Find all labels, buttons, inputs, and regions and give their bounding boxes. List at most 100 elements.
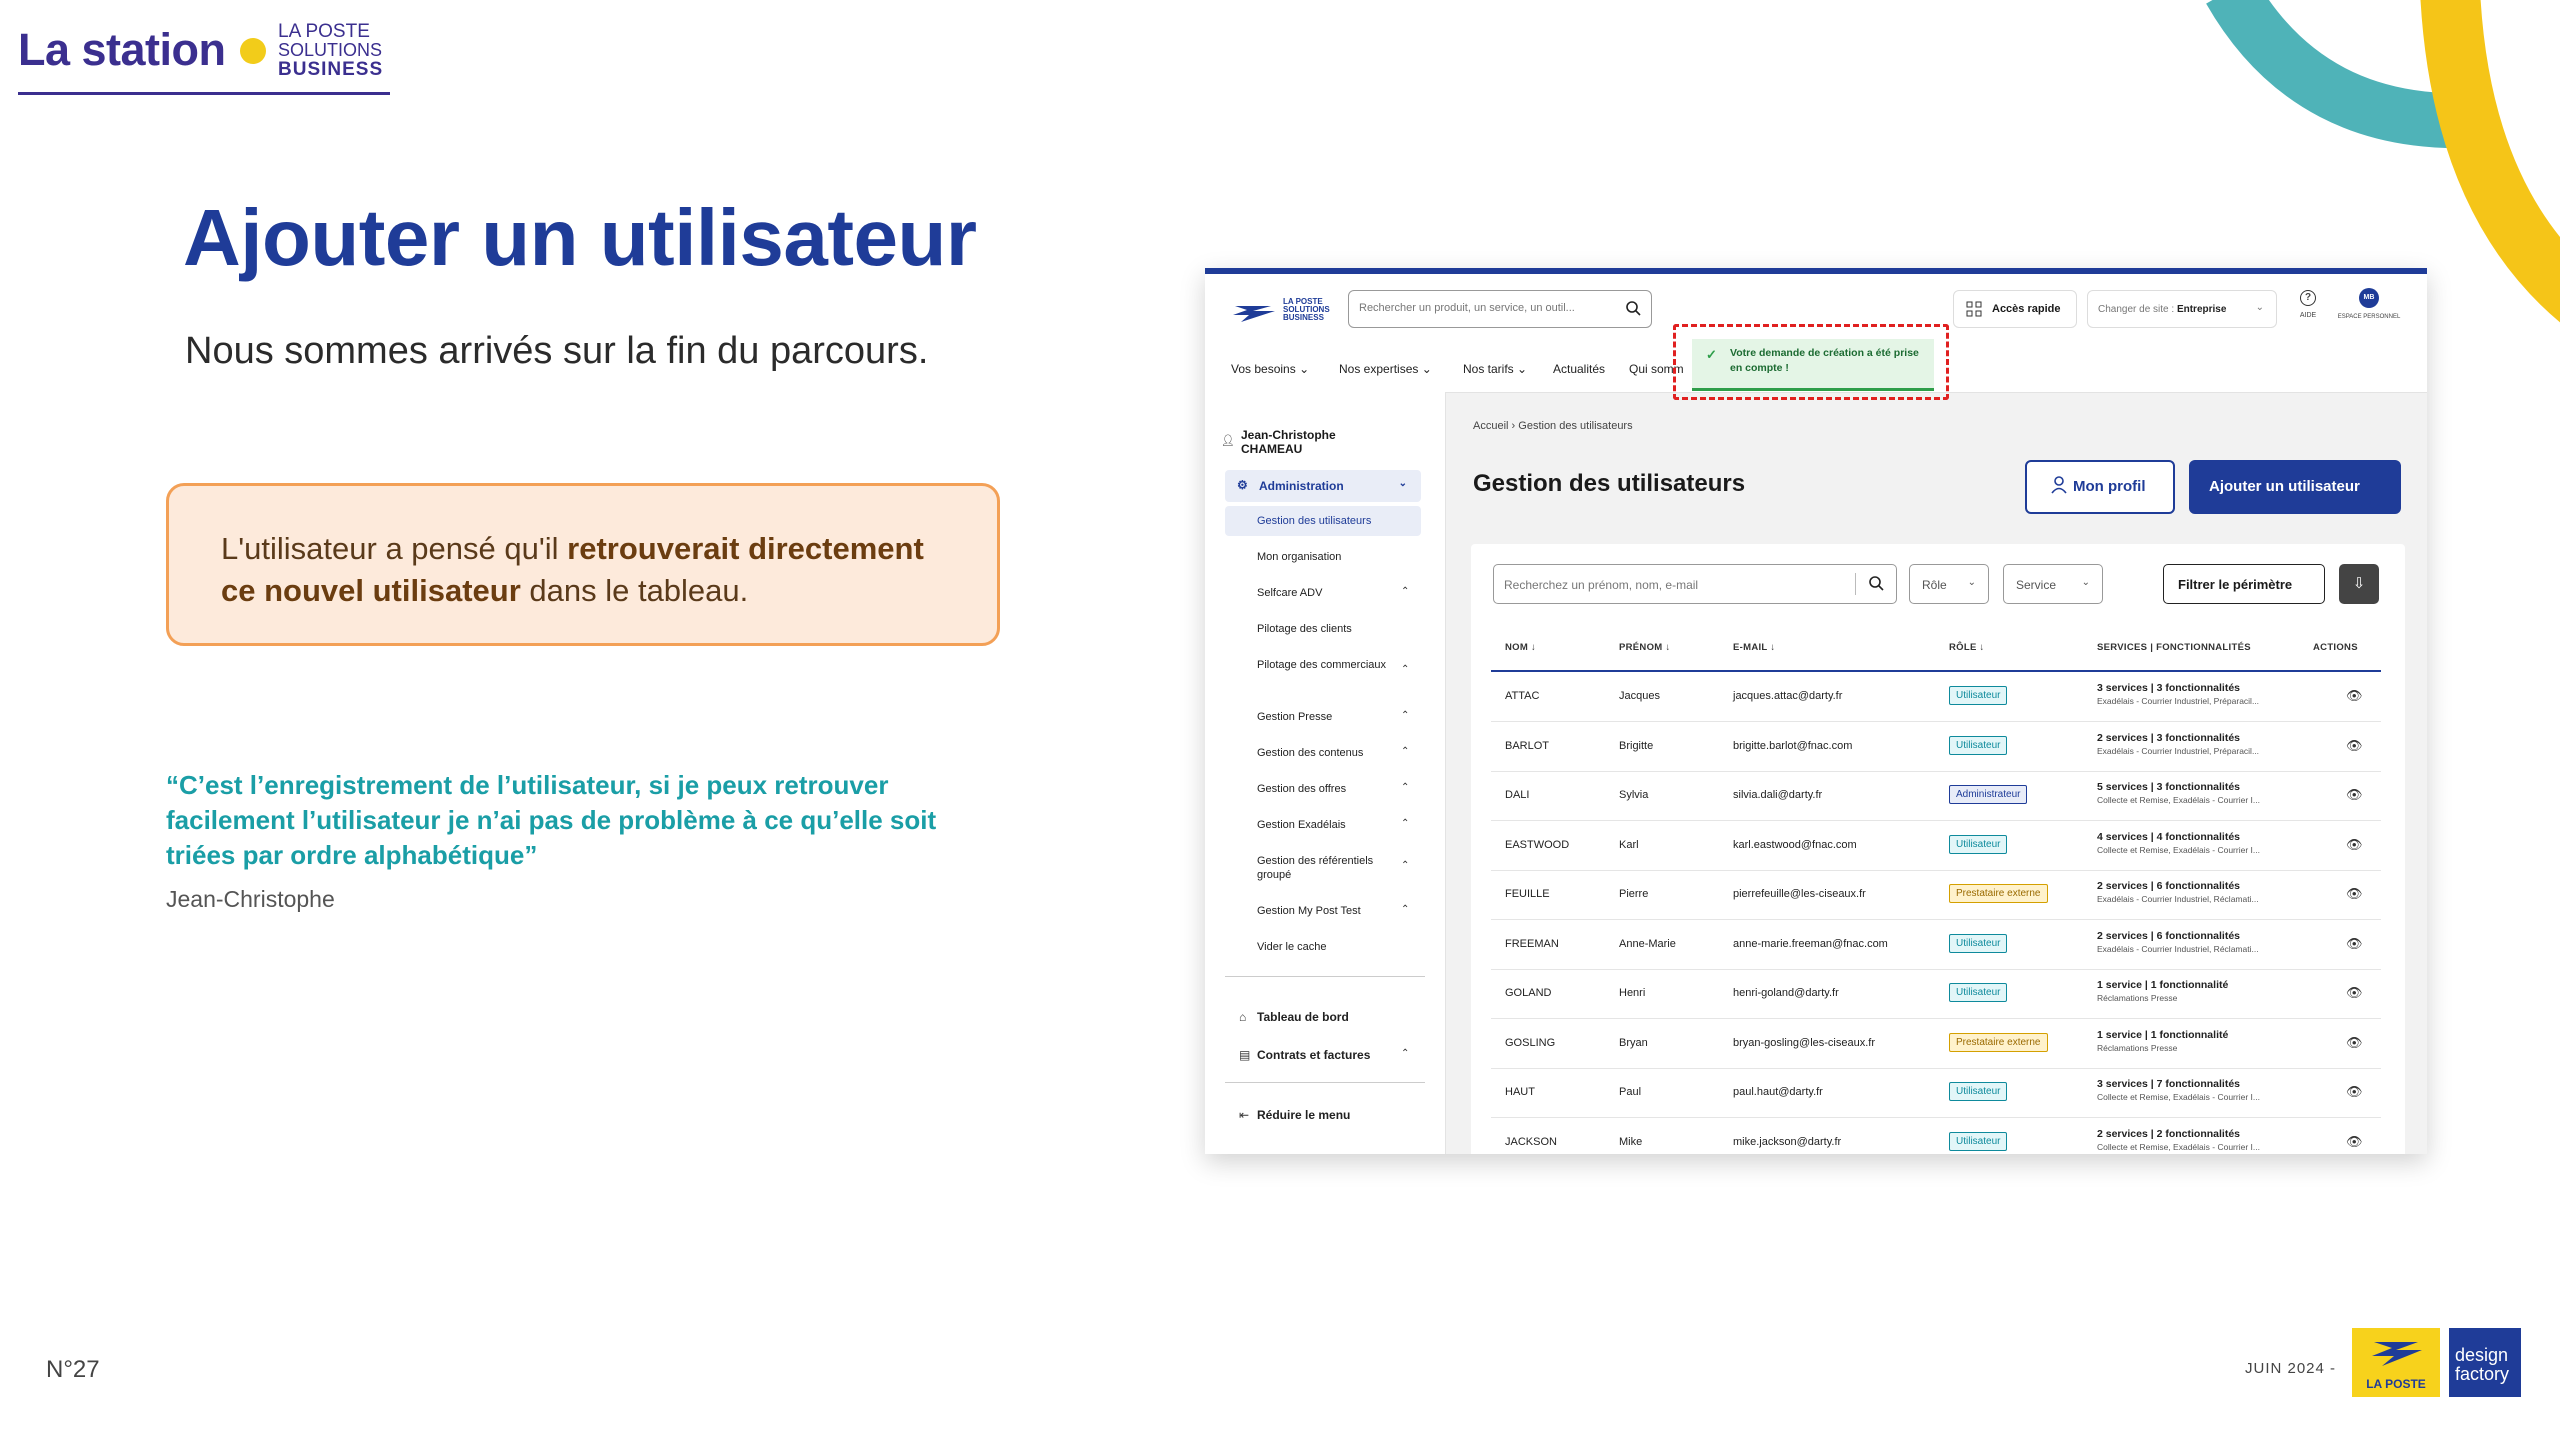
add-user-button[interactable]: Ajouter un utilisateur xyxy=(2189,460,2401,514)
chevron-down-icon: ⌄ xyxy=(1967,577,1976,588)
user-icon: 👤︎ xyxy=(1221,435,1235,447)
services-count: 3 services | 3 fonctionnalités xyxy=(2097,682,2240,694)
filter-scope-button[interactable]: Filtrer le périmètre xyxy=(2163,564,2325,604)
cell-nom: ATTAC xyxy=(1505,690,1540,702)
table-row[interactable]: FEUILLE Pierre pierrefeuille@les-ciseaux.f… xyxy=(1491,870,2381,920)
sidebar-item-administration[interactable]: ⚙ Administration ⌄ xyxy=(1225,470,1421,502)
collapse-menu-button[interactable]: Réduire le menu xyxy=(1257,1108,1350,1122)
export-icon[interactable]: ⇩ xyxy=(2339,564,2379,604)
table-row[interactable]: FREEMAN Anne-Marie anne-marie.freeman@fnac… xyxy=(1491,920,2381,970)
settings-icon: ⚙ xyxy=(1237,478,1248,492)
sidebar-item-gestion-my-post-test[interactable]: Gestion My Post Test xyxy=(1257,904,1397,918)
sidebar-item-vider-cache[interactable]: Vider le cache xyxy=(1257,940,1397,954)
sidebar-item-mon-organisation[interactable]: Mon organisation xyxy=(1257,550,1397,564)
cell-email: brigitte.barlot@fnac.com xyxy=(1733,739,1853,752)
chevron-up-icon[interactable]: ⌃ xyxy=(1401,586,1409,597)
column-header-email[interactable]: E-MAIL ↓ xyxy=(1733,642,1775,653)
sidebar-item-gestion-presse[interactable]: Gestion Presse xyxy=(1257,710,1397,724)
sidebar-item-pilotage-commerciaux[interactable]: Pilotage des commerciaux xyxy=(1257,658,1397,672)
brand-subtitle: LA POSTE SOLUTIONS BUSINESS xyxy=(278,22,383,79)
sidebar-item-selfcare-adv[interactable]: Selfcare ADV xyxy=(1257,586,1397,600)
sort-arrow-icon: ↓ xyxy=(1979,642,1985,653)
site-selector[interactable]: Changer de site : Entreprise ⌄ xyxy=(2087,290,2277,328)
quick-access-button[interactable]: Accès rapide xyxy=(1953,290,2077,328)
view-eye-icon[interactable]: 👁︎ xyxy=(2346,936,2363,952)
toast-message: Votre demande de création a été prise en… xyxy=(1730,347,1919,374)
chevron-up-icon[interactable]: ⌃ xyxy=(1401,710,1409,721)
view-eye-icon[interactable]: 👁︎ xyxy=(2346,886,2363,902)
sidebar-item-gestion-offres[interactable]: Gestion des offres xyxy=(1257,782,1397,796)
global-search-input[interactable]: Rechercher un produit, un service, un ou… xyxy=(1348,290,1652,328)
column-header-nom[interactable]: NOM ↓ xyxy=(1505,642,1536,653)
sidebar-item-gestion-referentiels[interactable]: Gestion des référentiels groupé xyxy=(1257,854,1397,882)
view-eye-icon[interactable]: 👁︎ xyxy=(2346,787,2363,803)
sidebar-item-tableau-de-bord[interactable]: Tableau de bord xyxy=(1257,1010,1349,1024)
nav-label: Vos besoins xyxy=(1231,362,1296,376)
sidebar-item-pilotage-clients[interactable]: Pilotage des clients xyxy=(1257,622,1397,636)
chevron-up-icon[interactable]: ⌃ xyxy=(1401,746,1409,757)
cell-nom: FEUILLE xyxy=(1505,888,1550,900)
my-profile-button[interactable]: Mon profil xyxy=(2025,460,2175,514)
view-eye-icon[interactable]: 👁︎ xyxy=(2346,1134,2363,1150)
cell-email: bryan-gosling@les-ciseaux.fr xyxy=(1733,1036,1876,1049)
cell-services: 3 services | 7 fonctionnalités Collecte e… xyxy=(2097,1078,2293,1102)
nav-item-expertises[interactable]: Nos expertises ⌄ xyxy=(1339,362,1432,376)
table-row[interactable]: HAUT Paul paul.haut@darty.fr Utilisateur 3 s… xyxy=(1491,1068,2381,1118)
table-row[interactable]: BARLOT Brigitte brigitte.barlot@fnac.com Ut… xyxy=(1491,722,2381,772)
table-row[interactable]: EASTWOOD Karl karl.eastwood@fnac.com Utilis… xyxy=(1491,821,2381,871)
search-icon[interactable] xyxy=(1868,575,1884,591)
services-count: 1 service | 1 fonctionnalité xyxy=(2097,979,2229,991)
callout-text-end: dans le tableau. xyxy=(520,573,749,608)
sidebar-item-gestion-utilisateurs[interactable]: Gestion des utilisateurs xyxy=(1225,506,1421,536)
laposte-bird-icon[interactable] xyxy=(1231,302,1279,324)
personal-space-button[interactable]: MB ESPACE PERSONNEL xyxy=(2331,288,2407,320)
column-header-role[interactable]: RÔLE ↓ xyxy=(1949,642,1985,653)
sidebar-item-gestion-contenus[interactable]: Gestion des contenus xyxy=(1257,746,1397,760)
logo-line: BUSINESS xyxy=(1283,313,1324,322)
column-header-prenom[interactable]: PRÉNOM ↓ xyxy=(1619,642,1671,653)
services-count: 3 services | 7 fonctionnalités xyxy=(2097,1078,2240,1090)
view-eye-icon[interactable]: 👁︎ xyxy=(2346,1035,2363,1051)
cell-services: 4 services | 4 fonctionnalités Collecte e… xyxy=(2097,831,2293,855)
chevron-up-icon[interactable]: ⌃ xyxy=(1401,860,1409,871)
nav-item-tarifs[interactable]: Nos tarifs ⌄ xyxy=(1463,362,1527,376)
user-lastname: CHAMEAU xyxy=(1241,442,1303,456)
help-button[interactable]: ? AIDE xyxy=(2293,290,2323,319)
table-search-input[interactable]: Recherchez un prénom, nom, e-mail xyxy=(1493,564,1897,604)
breadcrumb-home[interactable]: Accueil xyxy=(1473,420,1508,432)
services-count: 5 services | 3 fonctionnalités xyxy=(2097,781,2240,793)
chevron-down-icon: ⌄ xyxy=(1299,362,1310,376)
view-eye-icon[interactable]: 👁︎ xyxy=(2346,837,2363,853)
cell-prenom: Mike xyxy=(1619,1135,1643,1148)
nav-item-actualites[interactable]: Actualités xyxy=(1553,362,1605,376)
role-filter-select[interactable]: Rôle ⌄ xyxy=(1909,564,1989,604)
chevron-up-icon[interactable]: ⌃ xyxy=(1401,1048,1409,1059)
sidebar-item-contrats-factures[interactable]: Contrats et factures xyxy=(1257,1048,1370,1062)
chevron-up-icon[interactable]: ⌃ xyxy=(1401,818,1409,829)
table-row[interactable]: DALI Sylvia silvia.dali@darty.fr Administra… xyxy=(1491,771,2381,821)
view-eye-icon[interactable]: 👁︎ xyxy=(2346,1084,2363,1100)
view-eye-icon[interactable]: 👁︎ xyxy=(2346,738,2363,754)
cell-nom: BARLOT xyxy=(1505,739,1550,752)
help-icon: ? xyxy=(2300,290,2316,306)
cell-nom: FREEMAN xyxy=(1505,937,1559,950)
view-eye-icon[interactable]: 👁︎ xyxy=(2346,985,2363,1001)
chevron-up-icon[interactable]: ⌃ xyxy=(1401,904,1409,915)
role-badge: Administrateur xyxy=(1949,785,2028,804)
brand-sub-line: SOLUTIONS xyxy=(278,40,383,60)
service-filter-select[interactable]: Service ⌄ xyxy=(2003,564,2103,604)
chevron-up-icon[interactable]: ⌃ xyxy=(1401,664,1409,675)
users-table-panel: Recherchez un prénom, nom, e-mail Rôle ⌄… xyxy=(1471,544,2405,1154)
nav-item-besoins[interactable]: Vos besoins ⌄ xyxy=(1231,362,1309,376)
chevron-up-icon[interactable]: ⌃ xyxy=(1401,782,1409,793)
role-badge: Utilisateur xyxy=(1949,1131,2008,1151)
sidebar: 👤︎ Jean-Christophe CHAMEAU ⚙ Administrat… xyxy=(1205,392,1446,1154)
cell-email: pierrefeuille@les-ciseaux.fr xyxy=(1733,888,1866,900)
view-eye-icon[interactable]: 👁︎ xyxy=(2346,688,2363,704)
table-row[interactable]: JACKSON Mike mike.jackson@darty.fr Utilisat… xyxy=(1491,1118,2381,1155)
table-row[interactable]: GOSLING Bryan bryan-gosling@les-ciseaux.fr… xyxy=(1491,1019,2381,1069)
sidebar-item-gestion-exadelais[interactable]: Gestion Exadélais xyxy=(1257,818,1397,832)
cell-nom: GOSLING xyxy=(1505,1036,1556,1049)
table-row[interactable]: GOLAND Henri henri-goland@darty.fr Utilisat… xyxy=(1491,969,2381,1019)
table-row[interactable]: ATTAC Jacques jacques.attac@darty.fr Utilis… xyxy=(1491,672,2381,722)
